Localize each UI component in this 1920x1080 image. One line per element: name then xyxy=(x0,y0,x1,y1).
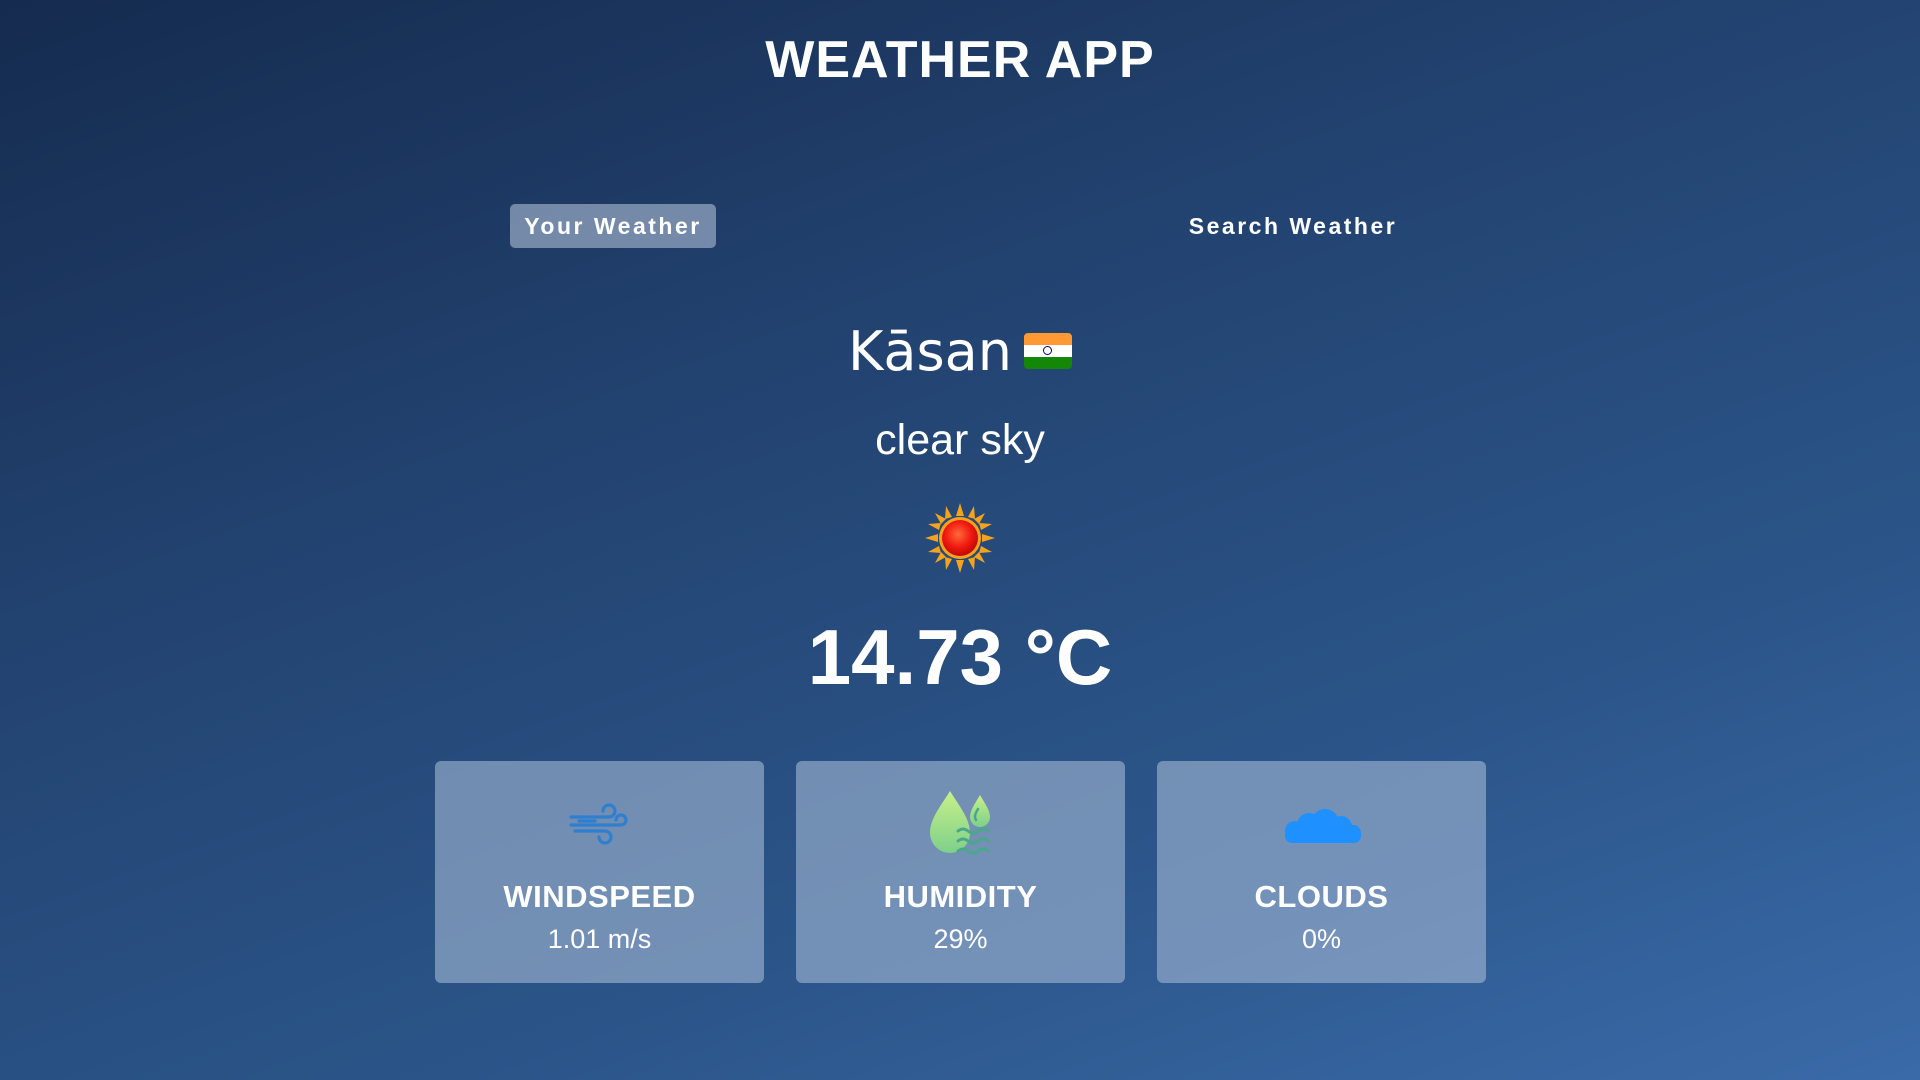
clouds-value: 0% xyxy=(1301,924,1342,954)
wind-icon xyxy=(569,803,628,845)
humidity-card: HUMIDITY 29% xyxy=(796,761,1125,983)
humidity-label: HUMIDITY xyxy=(883,879,1038,914)
tab-search-weather[interactable]: Search Weather xyxy=(1168,204,1418,248)
clouds-card: CLOUDS 0% xyxy=(1157,761,1486,983)
sun-icon xyxy=(925,503,995,573)
cloud-icon xyxy=(1285,809,1361,843)
clouds-label: CLOUDS xyxy=(1254,879,1389,914)
india-flag-icon xyxy=(1023,333,1072,370)
app-title: WEATHER APP xyxy=(765,31,1155,89)
humidity-value: 29% xyxy=(933,924,988,954)
windspeed-card: WINDSPEED 1.01 m/s xyxy=(435,761,764,983)
weather-description: clear sky xyxy=(875,416,1045,464)
windspeed-value: 1.01 m/s xyxy=(547,924,652,954)
location-heading: Kāsan xyxy=(0,320,1920,383)
windspeed-label: WINDSPEED xyxy=(503,879,696,914)
stats-cards: WINDSPEED 1.01 m/s HUMIDITY 29% CLOUDS 0… xyxy=(435,761,1486,983)
tab-your-weather[interactable]: Your Weather xyxy=(510,204,716,248)
temperature-value: 14.73 °C xyxy=(807,613,1113,701)
city-name: Kāsan xyxy=(848,320,1012,383)
humidity-drops-icon xyxy=(930,791,990,855)
tab-bar: Your Weather Search Weather xyxy=(0,204,1920,250)
